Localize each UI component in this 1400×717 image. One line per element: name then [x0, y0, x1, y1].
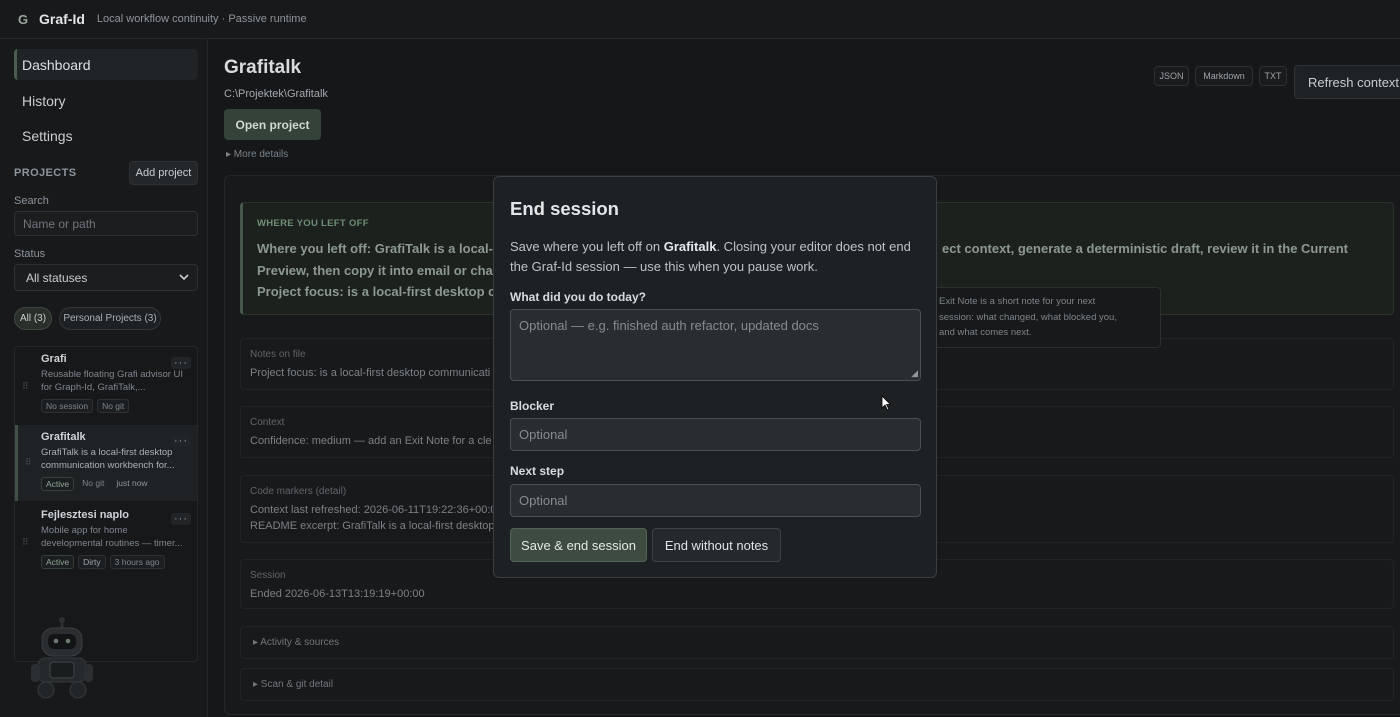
- scan-git-section[interactable]: ▸ Scan & git detail: [240, 668, 1394, 701]
- add-project-button[interactable]: Add project: [129, 161, 198, 185]
- filter-all-chip[interactable]: All (3): [14, 307, 52, 330]
- left-off-line: ect context, generate a deterministic dr…: [942, 241, 1348, 256]
- status-badge: No session: [41, 399, 94, 413]
- app-logo-icon: G: [18, 11, 29, 27]
- blocker-input[interactable]: Optional: [510, 418, 921, 451]
- exit-note-tooltip: Exit Note is a short note for your next …: [930, 287, 1161, 348]
- tooltip-line: session: what changed, what blocked you,: [939, 311, 1117, 323]
- project-description: GrafiTalk is a local-first desktop commu…: [41, 447, 175, 471]
- refresh-context-button[interactable]: Refresh context: [1294, 65, 1400, 99]
- today-placeholder: Optional — e.g. finished auth refactor, …: [519, 318, 819, 333]
- project-menu-icon[interactable]: ···: [171, 435, 191, 447]
- nav-dashboard[interactable]: Dashboard: [14, 49, 198, 80]
- left-off-line: Preview, then copy it into email or cha: [257, 263, 493, 278]
- project-card-fejlesztesi-naplo[interactable]: ⠿ Fejlesztesi naplo Mobile app for home …: [15, 509, 197, 581]
- export-markdown-button[interactable]: Markdown: [1195, 66, 1253, 86]
- today-textarea[interactable]: Optional — e.g. finished auth refactor, …: [510, 309, 921, 381]
- left-off-line: Project focus: is a local-first desktop …: [257, 284, 504, 299]
- chevron-down-icon: [179, 274, 189, 281]
- mouse-cursor-icon: [881, 395, 891, 411]
- project-description: Mobile app for home developmental routin…: [41, 525, 183, 549]
- export-txt-button[interactable]: TXT: [1259, 66, 1287, 86]
- project-description: Reusable floating Grafi advisor UI for G…: [41, 369, 184, 393]
- timestamp: 3 hours ago: [109, 555, 165, 569]
- code-markers-line: Context last refreshed: 2026-06-11T19:22…: [250, 504, 503, 516]
- code-markers-line: README excerpt: GrafiTalk is a local-fir…: [250, 520, 510, 532]
- end-without-notes-button[interactable]: End without notes: [652, 528, 781, 562]
- dialog-description: Save where you left off on Grafitalk. Cl…: [510, 239, 911, 274]
- git-badge: Dirty: [78, 555, 106, 569]
- scan-git-toggle[interactable]: ▸ Scan & git detail: [253, 679, 333, 690]
- notes-text: Project focus: is a local-first desktop …: [250, 367, 491, 379]
- resize-grip-icon[interactable]: ◢: [911, 368, 918, 379]
- git-badge: No git: [82, 478, 105, 488]
- context-text: Confidence: medium — add an Exit Note fo…: [250, 435, 492, 447]
- session-label: Session: [250, 570, 286, 581]
- git-badge: No git: [97, 399, 130, 413]
- robot-mascot-icon[interactable]: [26, 614, 98, 700]
- today-label: What did you do today?: [510, 290, 646, 304]
- session-text: Ended 2026-06-13T13:19:19+00:00: [250, 588, 425, 600]
- context-label: Context: [250, 417, 285, 428]
- project-card-grafi[interactable]: ⠿ Grafi Reusable floating Grafi advisor …: [15, 353, 197, 421]
- nav-settings[interactable]: Settings: [14, 120, 198, 151]
- drag-handle-icon[interactable]: ⠿: [22, 537, 29, 548]
- sidebar: Dashboard History Settings PROJECTS Add …: [0, 39, 208, 717]
- dialog-title: End session: [510, 198, 619, 219]
- status-badge: Active: [41, 477, 75, 491]
- project-card-grafitalk[interactable]: ⠿ Grafitalk GrafiTalk is a local-first d…: [15, 425, 197, 501]
- drag-handle-icon[interactable]: ⠿: [22, 381, 29, 392]
- project-name-strong: Grafitalk: [663, 239, 717, 254]
- more-details-toggle[interactable]: ▸ More details: [226, 149, 288, 160]
- export-json-button[interactable]: JSON: [1154, 66, 1189, 86]
- next-step-input[interactable]: Optional: [510, 484, 921, 517]
- blocker-label: Blocker: [510, 399, 555, 413]
- title-bar: G Graf-Id Local workflow continuity · Pa…: [0, 0, 1400, 39]
- filter-personal-chip[interactable]: Personal Projects (3): [59, 307, 161, 330]
- left-off-line: Where you left off: GrafiTalk is a local…: [257, 241, 493, 256]
- app-tagline: Local workflow continuity · Passive runt…: [96, 13, 307, 25]
- status-badge: Active: [41, 555, 75, 569]
- end-session-dialog: End session Save where you left off on G…: [493, 176, 937, 578]
- tooltip-line: and what comes next.: [939, 327, 1032, 338]
- save-end-session-button[interactable]: Save & end session: [510, 528, 647, 562]
- project-path: C:\Projektek\Grafitalk: [224, 88, 328, 100]
- status-label: Status: [14, 248, 46, 260]
- status-select-value: All statuses: [26, 270, 88, 285]
- status-select[interactable]: All statuses: [14, 264, 198, 291]
- drag-handle-icon[interactable]: ⠿: [25, 457, 32, 468]
- open-project-button[interactable]: Open project: [224, 109, 321, 140]
- project-search-input[interactable]: Name or path: [14, 211, 198, 236]
- nav-history[interactable]: History: [14, 85, 198, 116]
- app-name: Graf-Id: [39, 11, 85, 27]
- search-label: Search: [14, 195, 49, 207]
- activity-sources-toggle[interactable]: ▸ Activity & sources: [253, 637, 339, 648]
- project-menu-icon[interactable]: ···: [171, 357, 191, 369]
- code-markers-label: Code markers (detail): [250, 486, 347, 497]
- next-step-label: Next step: [510, 464, 565, 478]
- tooltip-line: Exit Note is a short note for your next: [939, 296, 1096, 307]
- activity-sources-section[interactable]: ▸ Activity & sources: [240, 626, 1394, 659]
- timestamp: just now: [116, 478, 148, 488]
- project-menu-icon[interactable]: ···: [171, 513, 191, 525]
- page-title: Grafitalk: [224, 57, 302, 78]
- where-you-left-off-heading: WHERE YOU LEFT OFF: [257, 218, 369, 229]
- projects-heading: PROJECTS: [14, 167, 77, 179]
- notes-label: Notes on file: [250, 349, 306, 360]
